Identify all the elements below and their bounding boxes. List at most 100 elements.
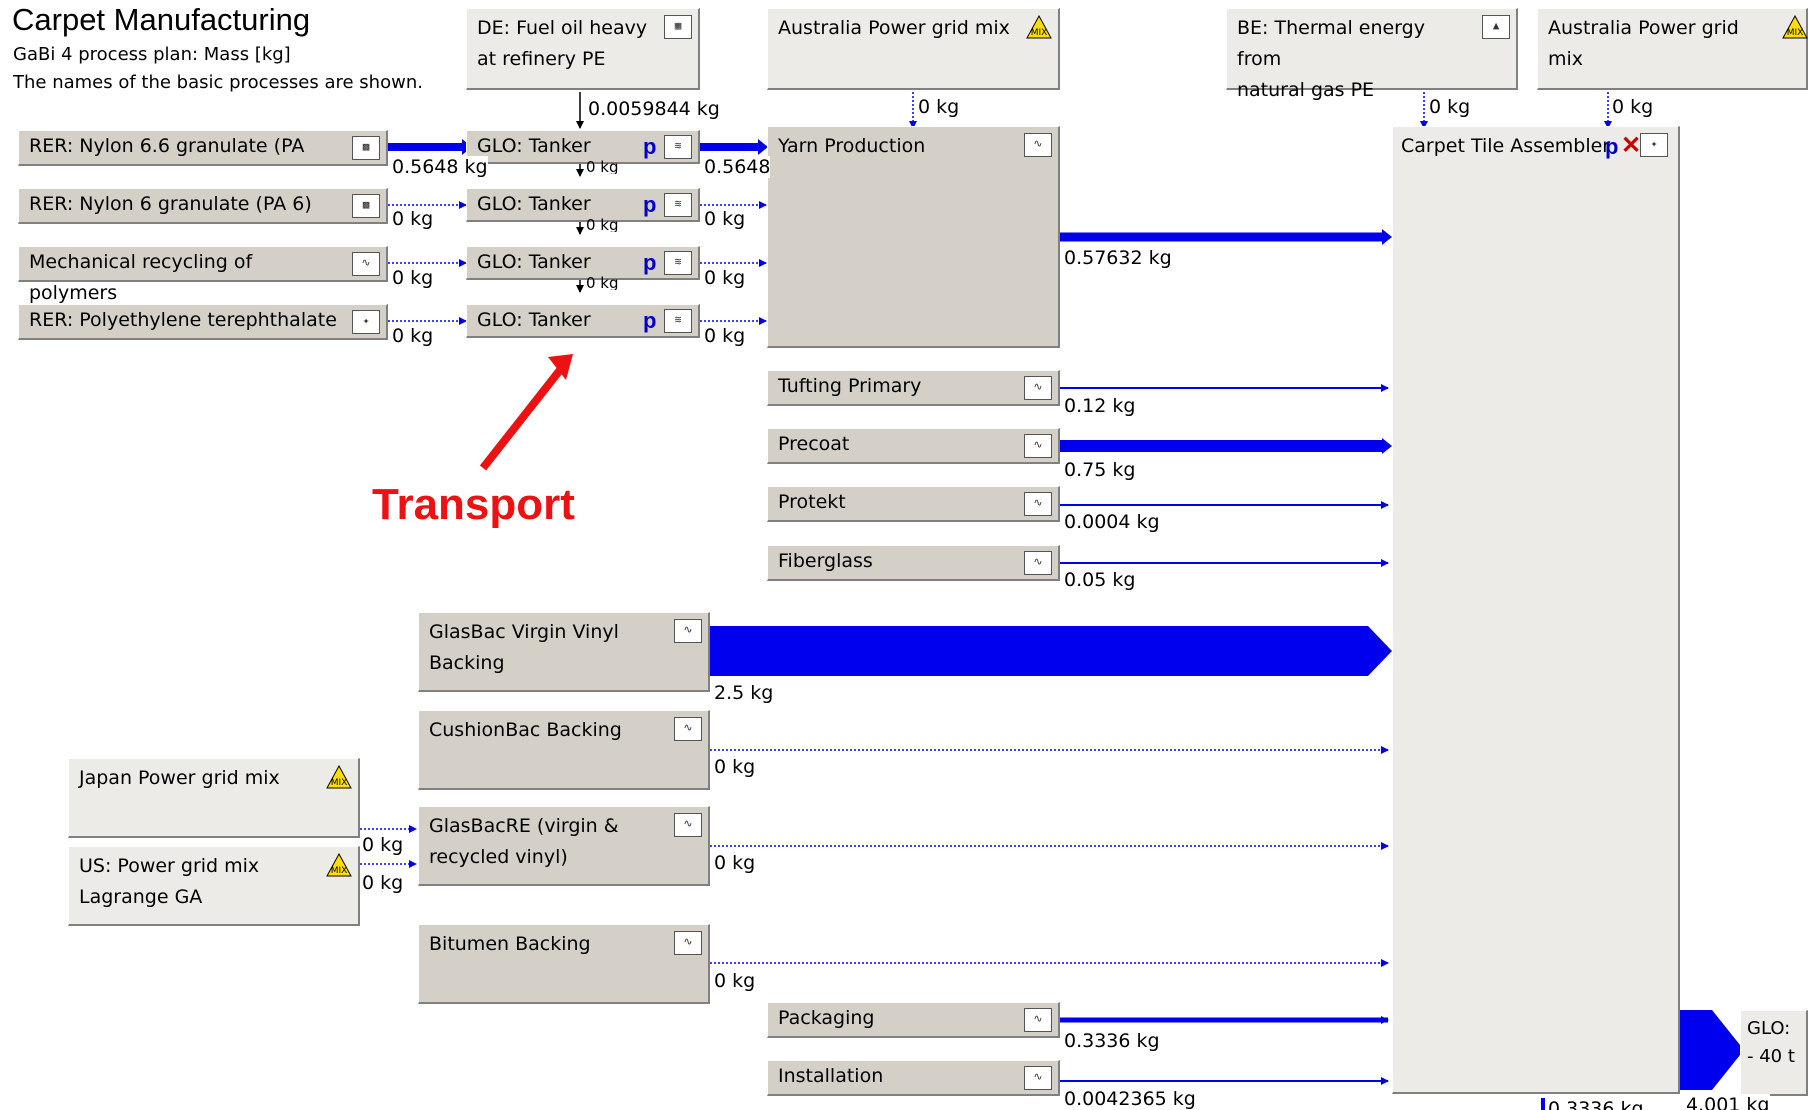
process-aus-grid-2[interactable]: Australia Power grid mix MIX — [1537, 8, 1808, 90]
transport-arrow — [479, 367, 564, 471]
flow-label: 0 kg — [586, 160, 619, 174]
flow-label: 0 kg — [362, 872, 404, 894]
process-carpet-tile-assembler[interactable]: Carpet Tile Assembler p ✕ ✦ — [1392, 126, 1680, 1094]
flow-label: 0.05 kg — [1064, 569, 1136, 591]
flow-label: 0.12 kg — [1064, 395, 1136, 417]
parameter-flag: p — [643, 250, 657, 275]
process-tanker-4[interactable]: GLO: Tanker p ≋ — [466, 304, 700, 338]
process-packaging[interactable]: Packaging ∿ — [767, 1002, 1060, 1038]
process-glo-partial[interactable]: GLO: - 40 t — [1740, 1010, 1808, 1096]
granulate-icon: ▩ — [352, 194, 380, 218]
flow-label: 4.001 kg — [1686, 1094, 1770, 1110]
process-nylon66[interactable]: RER: Nylon 6.6 granulate (PA ▩ — [18, 130, 388, 166]
flow-label: 2.5 kg — [714, 682, 774, 704]
plan-note: The names of the basic processes are sho… — [13, 72, 423, 93]
plan-icon: ∿ — [1024, 376, 1052, 400]
process-nylon6[interactable]: RER: Nylon 6 granulate (PA 6) ▩ — [18, 188, 388, 224]
process-protekt[interactable]: Protekt ∿ — [767, 486, 1060, 522]
process-fuel-oil[interactable]: DE: Fuel oil heavy at refinery PE ▦ — [466, 8, 700, 90]
granulate-icon: ✦ — [352, 310, 380, 334]
process-label: GLO: - 40 t — [1747, 1018, 1795, 1067]
plan-subtitle: GaBi 4 process plan: Mass [kg] — [13, 44, 291, 65]
thermal-energy-icon: ▲ — [1482, 15, 1510, 39]
plan-icon: ∿ — [352, 252, 380, 276]
process-tufting-primary[interactable]: Tufting Primary ∿ — [767, 370, 1060, 406]
fuel-oil-icon: ▦ — [664, 15, 692, 39]
parameter-flag: p — [643, 192, 657, 217]
process-be-thermal[interactable]: BE: Thermal energy from natural gas PE ▲ — [1226, 8, 1518, 101]
process-label: RER: Nylon 6 granulate (PA 6) — [29, 193, 312, 215]
process-tanker-1[interactable]: GLO: Tanker p ≋ — [466, 130, 700, 164]
process-cushionbac[interactable]: CushionBac Backing ∿ — [418, 710, 710, 790]
plan-icon: ∿ — [674, 931, 702, 955]
flow-glasbac-virgin-out[interactable] — [710, 626, 1392, 676]
page-title: Carpet Manufacturing — [12, 2, 311, 37]
process-mech-recycling[interactable]: Mechanical recycling of polymers ∿ — [18, 246, 388, 304]
power-grid-mix-icon: MIX — [326, 853, 352, 877]
flow-label: 0 kg — [1429, 96, 1471, 118]
power-grid-mix-icon: MIX — [1026, 15, 1052, 39]
flow-label: 0 kg — [704, 267, 746, 289]
process-tanker-3[interactable]: GLO: Tanker p ≋ — [466, 246, 700, 280]
process-label: Tufting Primary — [778, 375, 922, 397]
svg-text:MIX: MIX — [331, 866, 348, 876]
flow-label: 0 kg — [586, 218, 619, 232]
process-plan-canvas: Carpet Manufacturing GaBi 4 process plan… — [0, 0, 1808, 1110]
process-label: US: Power grid mix Lagrange GA — [79, 855, 260, 908]
process-installation[interactable]: Installation ∿ — [767, 1060, 1060, 1096]
flow-label: 0 kg — [362, 834, 404, 856]
flow-label: 0.5648 kg — [392, 156, 488, 178]
flow-label: 0.3336 kg — [1548, 1098, 1644, 1110]
process-tanker-2[interactable]: GLO: Tanker p ≋ — [466, 188, 700, 222]
process-glasbac-virgin[interactable]: GlasBac Virgin Vinyl Backing ∿ — [418, 612, 710, 692]
plan-icon: ∿ — [674, 619, 702, 643]
flow-label: 0 kg — [392, 208, 434, 230]
process-pet[interactable]: RER: Polyethylene terephthalate ✦ — [18, 304, 388, 340]
transport-annotation: Transport — [372, 480, 575, 529]
process-aus-grid-1[interactable]: Australia Power grid mix MIX — [767, 8, 1060, 90]
flow-label: 0.3336 kg — [1064, 1030, 1160, 1052]
error-flag-icon: ✕ — [1621, 132, 1642, 159]
flow-label: 0.0004 kg — [1064, 511, 1160, 533]
process-label: RER: Polyethylene terephthalate — [29, 309, 337, 331]
process-us-grid[interactable]: US: Power grid mix Lagrange GA MIX — [68, 846, 360, 926]
flow-label: 0.75 kg — [1064, 459, 1136, 481]
flow-label: 0 kg — [918, 96, 960, 118]
process-label: Fiberglass — [778, 550, 873, 572]
tanker-icon: ≋ — [664, 251, 692, 275]
svg-text:MIX: MIX — [1787, 28, 1804, 38]
process-label: Installation — [778, 1065, 884, 1087]
parameter-flag: p — [1605, 134, 1619, 159]
flow-label: 0 kg — [392, 325, 434, 347]
flow-label: 0 kg — [392, 267, 434, 289]
process-label: Australia Power grid mix — [1548, 17, 1745, 70]
process-precoat[interactable]: Precoat ∿ — [767, 428, 1060, 464]
process-bitumen[interactable]: Bitumen Backing ∿ — [418, 924, 710, 1004]
granulate-icon: ✦ — [1640, 133, 1668, 157]
power-grid-mix-icon: MIX — [326, 765, 352, 789]
flow-label: 0 kg — [714, 756, 756, 778]
plan-icon: ∿ — [674, 717, 702, 741]
flow-label: 0 kg — [704, 208, 746, 230]
flow-assembler-out[interactable] — [1680, 1010, 1744, 1090]
process-label: Precoat — [778, 433, 850, 455]
process-label: RER: Nylon 6.6 granulate (PA — [29, 135, 305, 157]
process-label: Mechanical recycling of polymers — [29, 251, 259, 304]
flow-label: 0 kg — [714, 852, 756, 874]
process-glasbacre[interactable]: GlasBacRE (virgin & recycled vinyl) ∿ — [418, 806, 710, 886]
process-japan-grid[interactable]: Japan Power grid mix MIX — [68, 758, 360, 838]
process-label: Packaging — [778, 1007, 875, 1029]
tanker-icon: ≋ — [664, 309, 692, 333]
plan-icon: ∿ — [1024, 551, 1052, 575]
flow-label: 0 kg — [1612, 96, 1654, 118]
granulate-icon: ▩ — [352, 136, 380, 160]
svg-text:MIX: MIX — [1031, 28, 1048, 38]
tanker-icon: ≋ — [664, 193, 692, 217]
flow-label: 0 kg — [714, 970, 756, 992]
process-label: CushionBac Backing — [429, 719, 622, 741]
process-yarn-production[interactable]: Yarn Production ∿ — [767, 126, 1060, 348]
process-label: BE: Thermal energy from natural gas PE — [1237, 17, 1425, 101]
process-label: Bitumen Backing — [429, 933, 591, 955]
process-fiberglass[interactable]: Fiberglass ∿ — [767, 545, 1060, 581]
flow-label: 0.0059844 kg — [588, 98, 720, 120]
